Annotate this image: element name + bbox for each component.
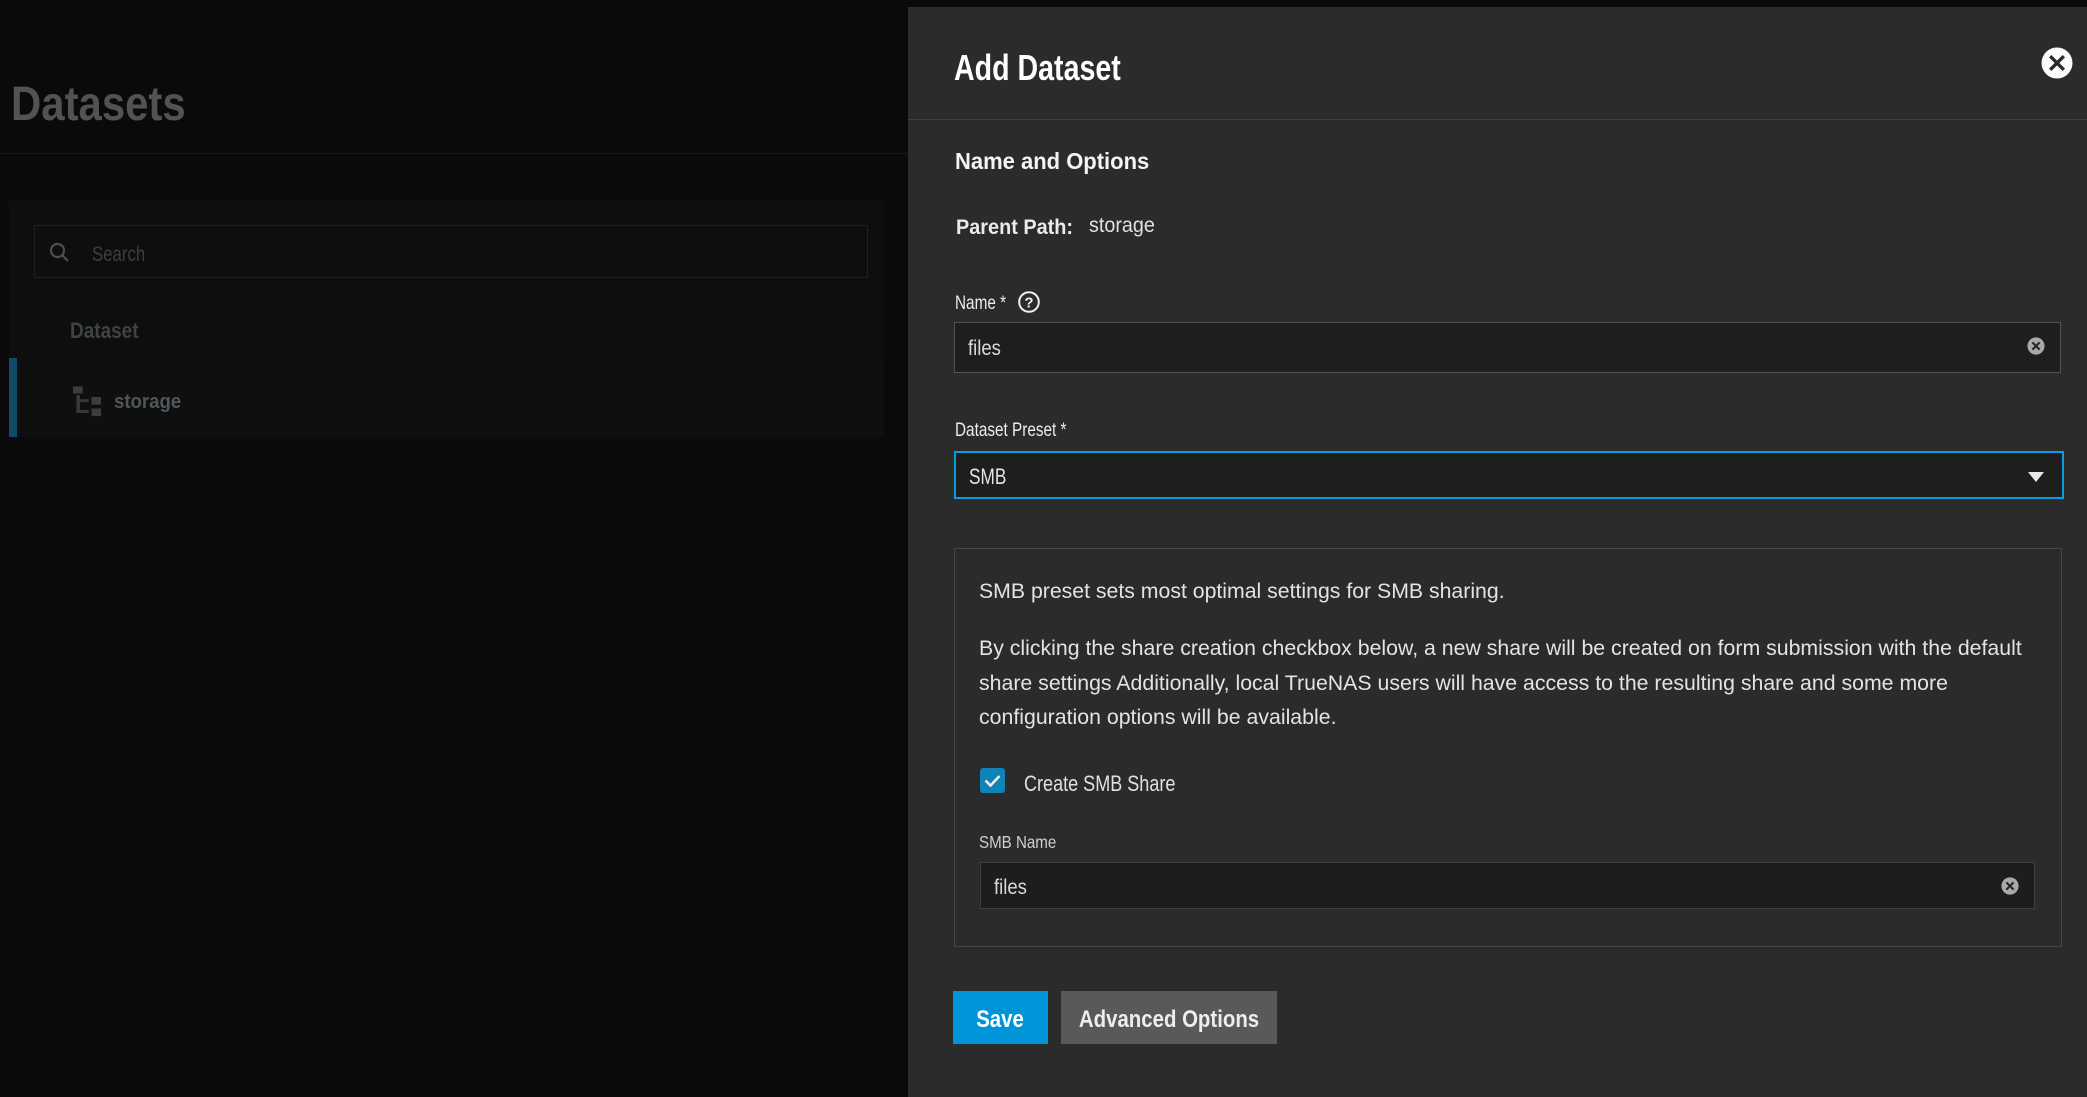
svg-text:?: ?: [1024, 295, 1033, 312]
